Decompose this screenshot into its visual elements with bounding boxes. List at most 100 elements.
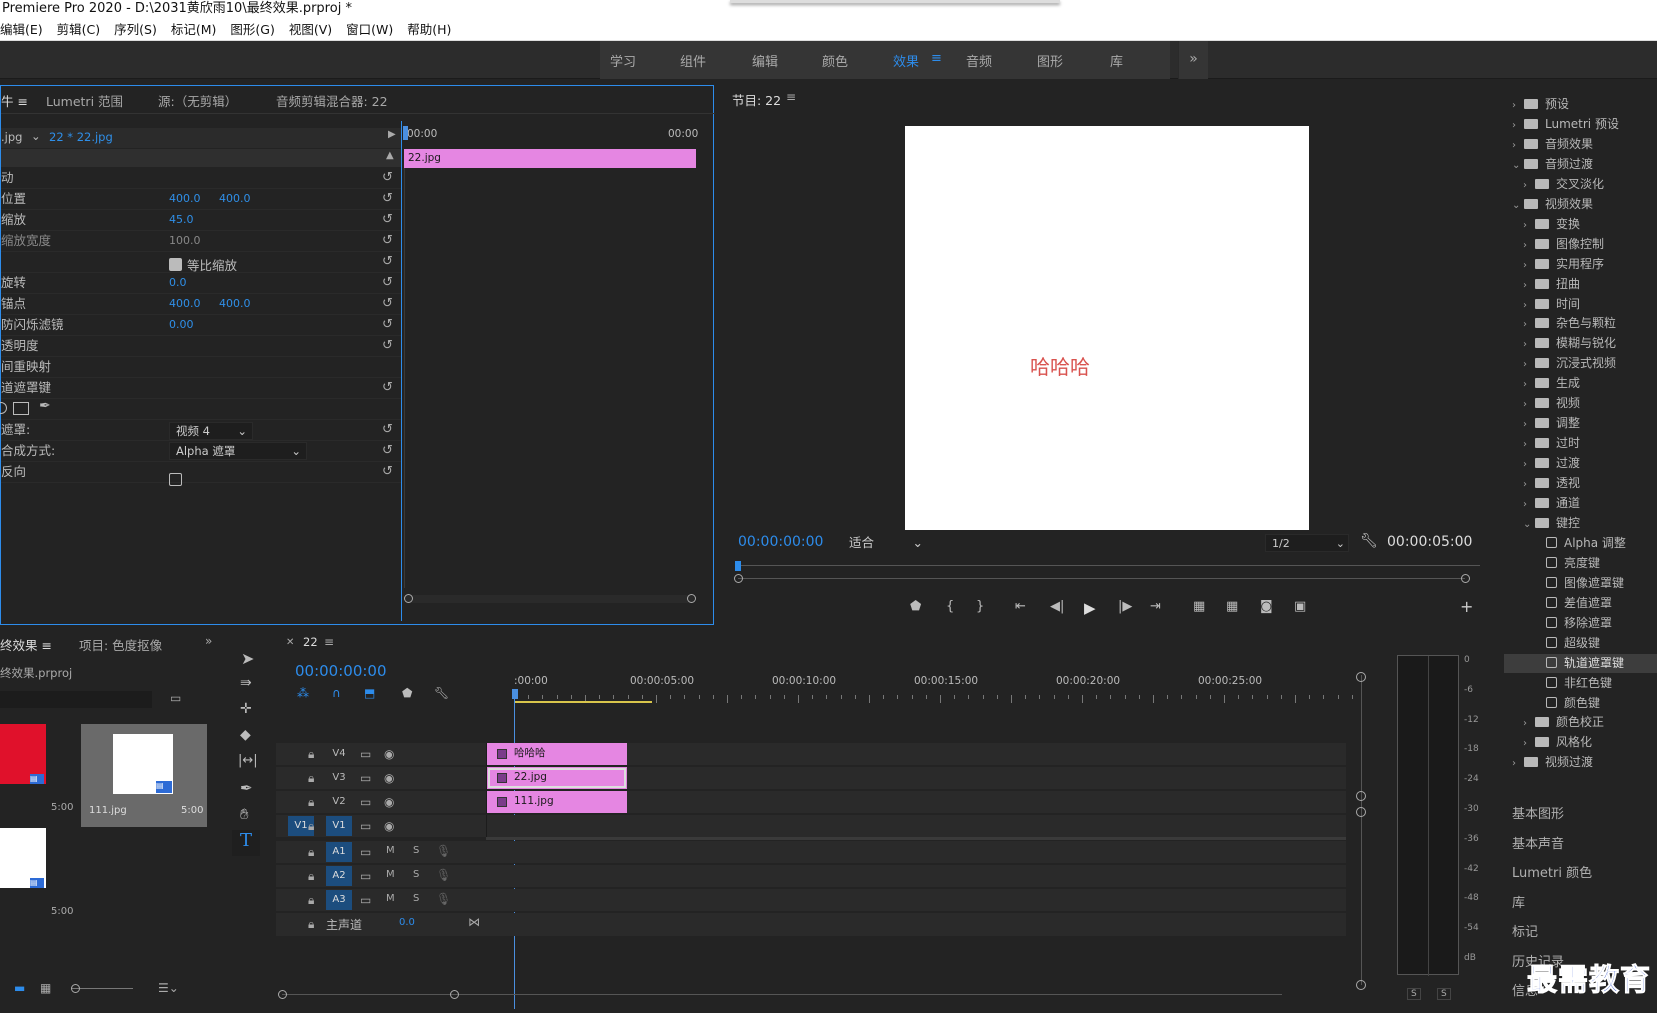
effect-item[interactable]: › 交叉淡化 — [1523, 175, 1657, 194]
workspace-tab-2[interactable]: 编辑 — [752, 51, 778, 70]
chevron-icon[interactable]: › — [1523, 335, 1535, 354]
effect-item[interactable]: › 杂色与颗粒 — [1523, 314, 1657, 333]
workspace-tab-1[interactable]: 组件 — [680, 51, 706, 70]
timeline-ruler[interactable]: :00:00 00:00:05:00 00:00:10:00 00:00:15:00 0… — [514, 673, 1353, 703]
effect-item[interactable]: › 实用程序 — [1523, 255, 1657, 274]
fx-value-1[interactable]: 45.0 — [169, 210, 194, 230]
lock-icon[interactable]: 🔒︎ — [308, 845, 314, 860]
sync-lock-icon[interactable]: ▭ — [360, 771, 371, 785]
mic-icon[interactable]: 🎙︎ — [436, 868, 451, 882]
effect-item[interactable]: › 视频过渡 — [1512, 753, 1657, 772]
resolution-select[interactable]: 1/2 ⌄ — [1265, 534, 1349, 552]
eye-icon[interactable]: ◉ — [384, 747, 394, 761]
chevron-icon[interactable]: › — [1523, 395, 1535, 414]
effect-item[interactable]: ⌄ 键控 — [1523, 514, 1657, 533]
track-name-V1[interactable]: V1 — [326, 816, 352, 836]
chevron-icon[interactable]: › — [1523, 475, 1535, 494]
right-panel-tab-1[interactable]: 基本声音 — [1512, 833, 1564, 852]
effect-item[interactable]: 超级键 — [1534, 634, 1657, 653]
linked-selection-icon[interactable]: ∩ — [332, 686, 341, 700]
work-area-bar[interactable] — [514, 701, 652, 703]
chevron-icon[interactable]: › — [1523, 216, 1535, 235]
sort-icon[interactable]: ☰⌄ — [158, 981, 179, 995]
workspace-tab-0[interactable]: 学习 — [610, 51, 636, 70]
mic-icon[interactable]: 🎙︎ — [436, 844, 451, 858]
timeline-timecode[interactable]: 00:00:00:00 — [295, 662, 387, 680]
chevron-icon[interactable]: › — [1523, 296, 1535, 315]
effect-item[interactable]: › Lumetri 预设 — [1512, 115, 1657, 134]
workspace-tab-5[interactable]: 音频 — [966, 51, 992, 70]
snap-icon[interactable]: ⁂ — [297, 686, 309, 700]
hand-tool-icon[interactable]: ✋︎ — [240, 805, 249, 823]
ripple-edit-tool-icon[interactable]: ✛ — [240, 701, 252, 717]
fx-zoom-handle-left[interactable] — [404, 594, 413, 603]
solo-button[interactable]: S — [413, 845, 419, 856]
mute-button[interactable]: M — [386, 845, 395, 856]
fx-value-1[interactable]: 0.0 — [169, 273, 187, 293]
track-name-A1[interactable]: A1 — [326, 842, 352, 862]
chevron-icon[interactable]: › — [1523, 375, 1535, 394]
chevron-icon[interactable]: › — [1523, 236, 1535, 255]
chevron-icon[interactable]: › — [1523, 734, 1535, 753]
effect-item[interactable]: › 模糊与锐化 — [1523, 334, 1657, 353]
effect-item[interactable]: ⌄ 音频过渡 — [1512, 155, 1657, 174]
program-zoom-left[interactable] — [734, 574, 743, 583]
camera-icon[interactable]: ◙ — [1260, 599, 1273, 614]
workspace-tab-3[interactable]: 颜色 — [822, 51, 848, 70]
solo-button[interactable]: S — [413, 869, 419, 880]
play-icon[interactable]: ▶ — [1084, 599, 1096, 617]
workspace-overflow-button[interactable]: » — [1178, 41, 1208, 79]
solo-right-button[interactable]: S — [1437, 988, 1451, 1000]
rect-mask-icon[interactable] — [13, 402, 29, 415]
chevron-icon[interactable]: › — [1523, 355, 1535, 374]
fx-value-1[interactable]: 400.0 — [169, 189, 201, 209]
workspace-menu-icon[interactable]: ≡ — [931, 51, 942, 66]
right-panel-tab-3[interactable]: 库 — [1512, 892, 1525, 911]
effect-item[interactable]: 移除遮罩 — [1534, 614, 1657, 633]
track-name-V2[interactable]: V2 — [326, 796, 352, 807]
panel-overflow-icon[interactable]: » — [205, 634, 212, 648]
reset-icon[interactable]: ↺ — [382, 462, 393, 482]
collapse-icon[interactable]: ▲ — [386, 150, 394, 161]
compare-icon[interactable]: ▣ — [1294, 599, 1306, 614]
effect-item[interactable]: › 预设 — [1512, 95, 1657, 114]
sync-lock-icon[interactable]: ▭ — [360, 845, 371, 859]
effect-item[interactable]: 图像遮罩键 — [1534, 574, 1657, 593]
project-item-3[interactable]: ▤ 5:00 — [0, 828, 80, 938]
effect-item[interactable]: 轨道遮罩键 — [1504, 653, 1657, 673]
chevron-icon[interactable]: › — [1523, 495, 1535, 514]
vscroll-handle[interactable] — [1356, 807, 1366, 817]
effect-item[interactable]: › 扭曲 — [1523, 275, 1657, 294]
fx-playhead[interactable] — [403, 126, 408, 140]
reset-icon[interactable]: ↺ — [382, 273, 393, 293]
lock-icon[interactable]: 🔒︎ — [308, 819, 314, 834]
effect-item[interactable]: › 过时 — [1523, 434, 1657, 453]
lock-icon[interactable]: 🔒︎ — [308, 869, 314, 884]
chevron-icon[interactable]: › — [1523, 176, 1535, 195]
playhead-handle[interactable] — [512, 689, 518, 699]
lift-icon[interactable]: ▦ — [1193, 599, 1205, 614]
reset-icon[interactable]: ↺ — [382, 210, 393, 230]
list-view-icon[interactable]: ▬ — [14, 981, 25, 995]
icon-view-icon[interactable]: ▦ — [40, 981, 51, 995]
reset-icon[interactable]: ↺ — [382, 315, 393, 335]
add-marker-tl-icon[interactable]: ⬒ — [364, 686, 375, 700]
mask-select[interactable]: 视频 4 ⌄ — [169, 422, 253, 440]
solo-button[interactable]: S — [413, 893, 419, 904]
chevron-icon[interactable]: ⌄ — [1512, 196, 1524, 215]
fx-zoom-handle-right[interactable] — [687, 594, 696, 603]
chevron-icon[interactable]: › — [1523, 276, 1535, 295]
timeline-h-scrollbar[interactable] — [282, 994, 1282, 995]
program-zoom-right[interactable] — [1461, 574, 1470, 583]
chevron-icon[interactable]: › — [1512, 96, 1524, 115]
chevron-down-icon[interactable]: ⌄ — [31, 129, 41, 143]
zoom-slider-handle[interactable] — [71, 984, 80, 993]
effect-item[interactable]: › 颜色校正 — [1523, 713, 1657, 732]
composite-select[interactable]: Alpha 遮罩 ⌄ — [169, 442, 307, 460]
timeline-clip[interactable]: 111.jpg — [487, 791, 627, 813]
zoom-slider[interactable] — [71, 988, 133, 989]
selection-tool-icon[interactable]: ➤ — [241, 649, 254, 668]
mute-button[interactable]: M — [386, 869, 395, 880]
solo-left-button[interactable]: S — [1407, 988, 1421, 1000]
effect-item[interactable]: 非红色键 — [1534, 674, 1657, 693]
